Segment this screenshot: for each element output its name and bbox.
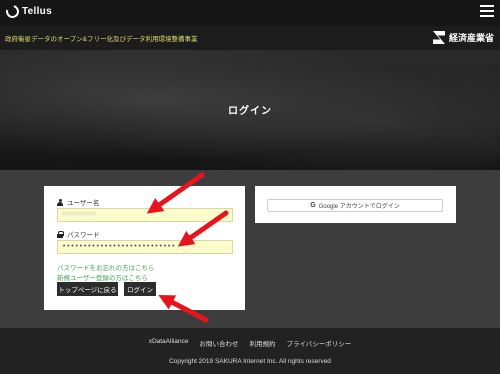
login-form-card: ユーザー名 •••••••• パスワード •••••••••••••••••••…: [44, 186, 245, 310]
username-input[interactable]: ••••••••: [57, 208, 233, 222]
footer-link-terms[interactable]: 利用規約: [249, 338, 275, 348]
page-title: ログイン: [228, 106, 272, 117]
password-label-text: パスワード: [67, 232, 100, 239]
footer-link-contact[interactable]: お問い合わせ: [199, 338, 238, 348]
login-button[interactable]: ログイン: [124, 282, 156, 296]
footer-link-xdataalliance[interactable]: xDataAlliance: [149, 338, 189, 348]
username-label-text: ユーザー名: [67, 200, 100, 207]
top-bar: Tellus: [0, 0, 500, 26]
google-icon: G: [310, 202, 316, 209]
main-content: ユーザー名 •••••••• パスワード •••••••••••••••••••…: [0, 170, 500, 328]
password-label: パスワード: [57, 229, 100, 239]
register-link[interactable]: 新規ユーザー登録の方はこちら: [57, 272, 148, 282]
copyright-text: Copyright 2019 SAKURA Internet Inc. All …: [169, 358, 331, 365]
project-tagline: 政府衛星データのオープン&フリー化及びデータ利用環境整備事業: [5, 36, 198, 43]
username-value: ••••••••: [62, 211, 96, 219]
lock-icon: [57, 230, 64, 238]
hamburger-menu-icon[interactable]: [480, 5, 494, 17]
menu-bar: [480, 5, 494, 7]
footer-links: xDataAlliance お問い合わせ 利用規約 プライバシーポリシー: [0, 338, 500, 348]
google-login-label: Google アカウントでログイン: [318, 204, 400, 210]
meti-logo-icon: [432, 31, 445, 44]
password-value: •••••••••••••••••••••••••••: [62, 243, 176, 251]
password-input[interactable]: •••••••••••••••••••••••••••: [57, 240, 233, 254]
google-login-card: G Google アカウントでログイン: [255, 186, 456, 223]
top-page-button[interactable]: トップページに戻る: [57, 282, 118, 296]
user-icon: [57, 198, 63, 206]
menu-bar: [480, 15, 494, 17]
google-login-button[interactable]: G Google アカウントでログイン: [267, 199, 443, 212]
logo-text: Tellus: [22, 6, 52, 17]
footer-link-privacy[interactable]: プライバシーポリシー: [286, 338, 351, 348]
ministry-name: 経済産業省: [448, 34, 494, 44]
hero-banner: ログイン: [0, 50, 500, 170]
tellus-logo[interactable]: Tellus: [3, 2, 52, 21]
tellus-logo-icon: [3, 2, 22, 21]
footer: xDataAlliance お問い合わせ 利用規約 プライバシーポリシー Cop…: [0, 328, 500, 374]
ministry-logo: 経済産業省: [432, 31, 494, 44]
forgot-password-link[interactable]: パスワードをお忘れの方はこちら: [57, 262, 155, 272]
username-label: ユーザー名: [57, 197, 99, 207]
menu-bar: [480, 10, 494, 12]
sub-header: 政府衛星データのオープン&フリー化及びデータ利用環境整備事業 経済産業省: [0, 26, 500, 50]
